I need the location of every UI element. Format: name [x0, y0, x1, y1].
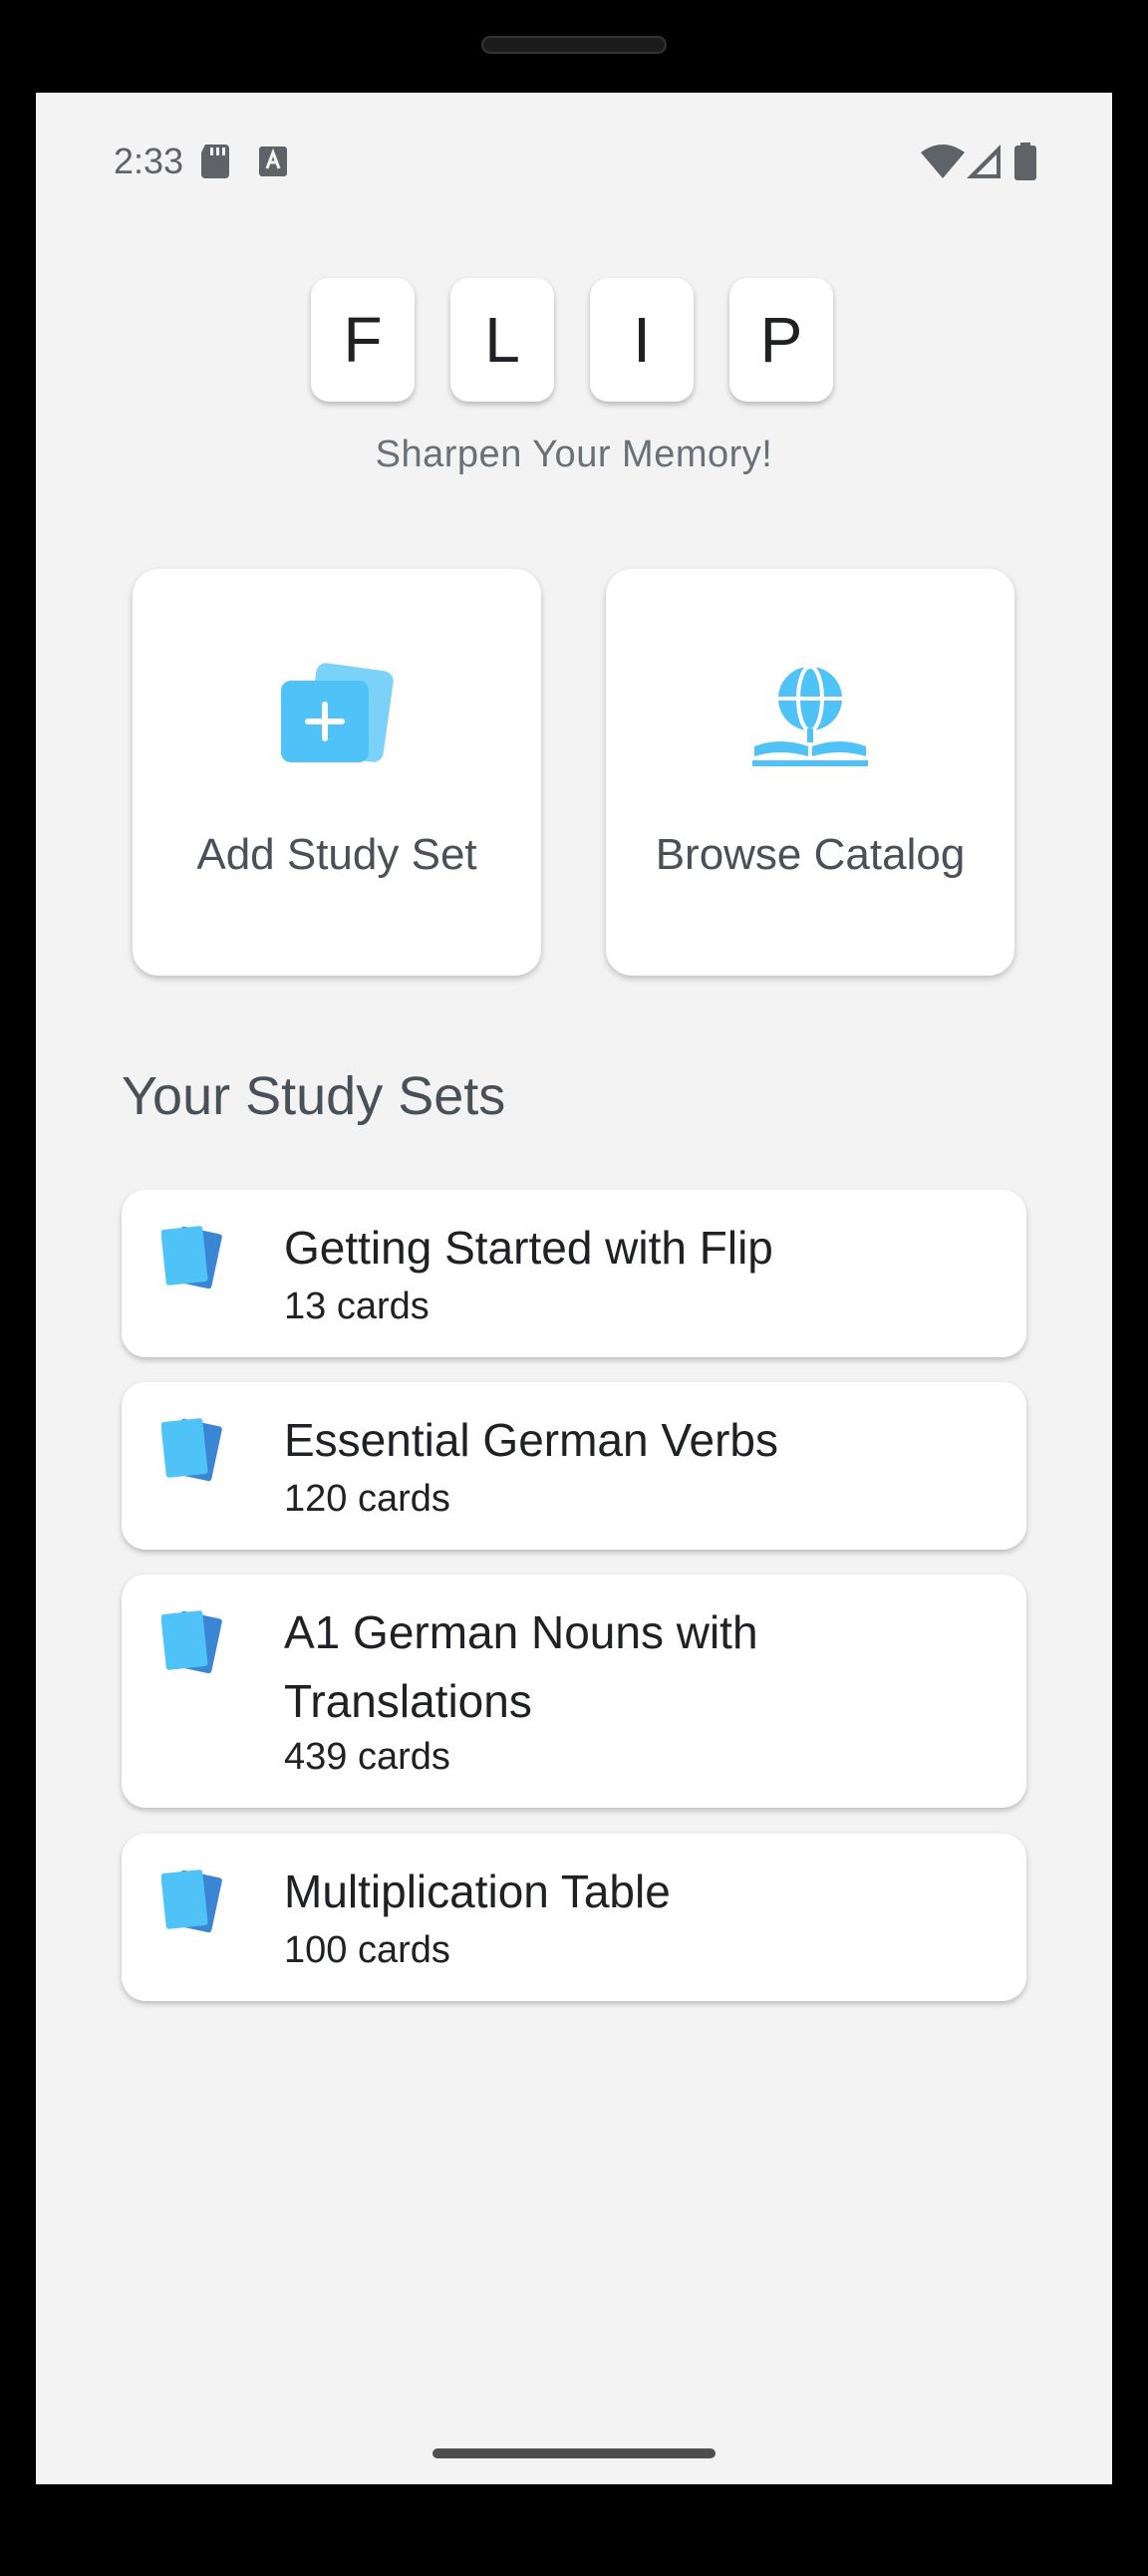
logo-tile-p: P: [729, 278, 833, 402]
flashcards-icon: [161, 1226, 222, 1289]
battery-icon: [1014, 143, 1036, 180]
device-frame: 2:33 F L I P Sharpen Your Memory! Add St…: [0, 0, 1148, 2576]
speaker-grille: [481, 36, 667, 54]
study-set-title: Essential German Verbs: [284, 1414, 779, 1466]
status-bar: 2:33: [36, 93, 1112, 222]
add-study-set-label: Add Study Set: [196, 830, 477, 879]
study-set-title: Multiplication Table: [284, 1865, 671, 1917]
home-gesture-bar[interactable]: [432, 2448, 716, 2458]
status-time: 2:33: [114, 141, 184, 181]
browse-catalog-label: Browse Catalog: [655, 830, 966, 879]
add-study-set-button[interactable]: Add Study Set: [133, 569, 541, 976]
study-set-count: 13 cards: [284, 1286, 430, 1327]
logo-tile-l: L: [450, 278, 554, 402]
study-set-item[interactable]: Essential German Verbs 120 cards: [122, 1382, 1026, 1550]
wifi-icon: [921, 144, 965, 178]
flip-logo: F L I P: [311, 278, 837, 404]
study-set-item[interactable]: A1 German Nouns with Translations 439 ca…: [122, 1574, 1026, 1808]
study-set-count: 439 cards: [284, 1736, 450, 1778]
tagline: Sharpen Your Memory!: [375, 433, 773, 475]
app-screen: 2:33 F L I P Sharpen Your Memory! Add St…: [36, 93, 1112, 2484]
study-sets-heading: Your Study Sets: [122, 1066, 506, 1126]
logo-tile-i: I: [590, 278, 694, 402]
browse-catalog-button[interactable]: Browse Catalog: [606, 569, 1014, 976]
study-set-title: A1 German Nouns with Translations: [284, 1606, 758, 1727]
logo-tile-f: F: [311, 278, 415, 402]
study-set-item[interactable]: Getting Started with Flip 13 cards: [122, 1190, 1026, 1357]
add-cards-icon: [281, 663, 394, 762]
globe-book-icon: [752, 665, 868, 766]
flashcards-icon: [161, 1869, 222, 1933]
study-set-count: 100 cards: [284, 1929, 450, 1971]
signal-icon: [967, 144, 1001, 178]
flashcards-icon: [161, 1610, 222, 1674]
study-set-item[interactable]: Multiplication Table 100 cards: [122, 1834, 1026, 2001]
sd-card-icon: [201, 144, 229, 178]
keyboard-a-icon: [259, 146, 287, 176]
study-set-count: 120 cards: [284, 1478, 450, 1520]
study-set-title: Getting Started with Flip: [284, 1222, 773, 1274]
flashcards-icon: [161, 1418, 222, 1482]
